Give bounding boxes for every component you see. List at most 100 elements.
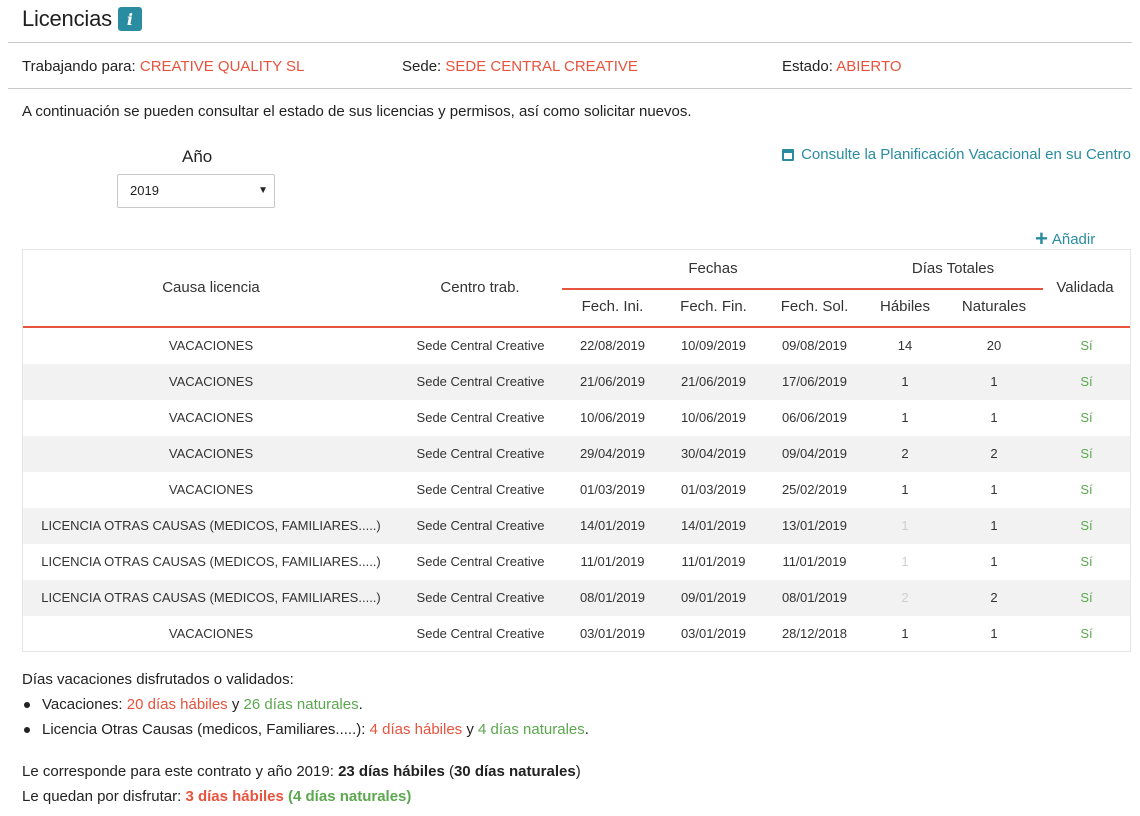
meta-worker: Trabajando para: CREATIVE QUALITY SL <box>22 58 304 75</box>
bullet-icon <box>24 727 30 733</box>
summary-licencias: Licencia Otras Causas (medicos, Familiar… <box>42 721 589 738</box>
cell-ini: 01/03/2019 <box>579 482 646 497</box>
cell-ini: 11/01/2019 <box>580 554 645 569</box>
cell-validada: Sí <box>1080 590 1093 605</box>
cell-naturales: 1 <box>990 374 998 389</box>
cell-fin: 01/03/2019 <box>680 482 747 497</box>
table-row[interactable]: LICENCIA OTRAS CAUSAS (MEDICOS, FAMILIAR… <box>23 580 1130 616</box>
table-row[interactable]: LICENCIA OTRAS CAUSAS (MEDICOS, FAMILIAR… <box>23 544 1130 580</box>
cell-naturales: 1 <box>990 626 998 641</box>
cell-naturales: 1 <box>990 410 998 425</box>
remaining-text: Le quedan por disfrutar: <box>22 788 186 805</box>
divider-meta <box>8 88 1132 89</box>
meta-status-value: ABIERTO <box>836 58 902 75</box>
cell-centro: Sede Central Creative <box>416 482 545 497</box>
contract-naturales: 30 días naturales <box>453 763 576 780</box>
licencias-naturales: 4 días naturales <box>478 721 585 738</box>
cell-validada: Sí <box>1080 626 1093 641</box>
year-select[interactable]: 2019 ▼ <box>117 174 275 208</box>
vacaciones-label: Vacaciones: <box>42 696 127 713</box>
meta-site-value: SEDE CENTRAL CREATIVE <box>445 58 638 75</box>
chevron-down-icon: ▼ <box>258 185 268 196</box>
fechas-rule <box>562 288 865 290</box>
table-row[interactable]: VACACIONES Sede Central Creative 10/06/201… <box>23 400 1130 436</box>
cell-centro: Sede Central Creative <box>416 446 545 461</box>
header-naturales: Naturales <box>961 298 1027 315</box>
table-row[interactable]: VACACIONES Sede Central Creative 01/03/201… <box>23 472 1130 508</box>
cell-causa: VACACIONES <box>168 338 254 353</box>
cell-fin: 10/09/2019 <box>680 338 747 353</box>
cell-sol: 28/12/2018 <box>781 626 848 641</box>
cell-validada: Sí <box>1080 446 1093 461</box>
cell-sol: 17/06/2019 <box>781 374 848 389</box>
bullet-icon <box>24 702 30 708</box>
licencias-end: . <box>584 721 589 738</box>
cell-causa: VACACIONES <box>168 410 254 425</box>
cell-habiles: 1 <box>901 518 909 533</box>
contract-habiles: 23 días hábiles <box>338 763 445 780</box>
cell-sol: 08/01/2019 <box>781 590 848 605</box>
contract-text: Le corresponde para este contrato y año … <box>22 763 339 780</box>
add-button[interactable]: + Añadir <box>1035 228 1095 250</box>
cell-naturales: 1 <box>990 554 998 569</box>
cell-habiles: 1 <box>901 374 909 389</box>
remaining-naturales: (4 días naturales) <box>283 788 412 805</box>
cell-centro: Sede Central Creative <box>416 338 545 353</box>
table-row[interactable]: VACACIONES Sede Central Creative 21/06/201… <box>23 364 1130 400</box>
cell-validada: Sí <box>1080 554 1093 569</box>
meta-worker-value: CREATIVE QUALITY SL <box>139 58 305 75</box>
cell-validada: Sí <box>1080 338 1093 353</box>
licencias-y: y <box>462 721 479 738</box>
cell-causa: LICENCIA OTRAS CAUSAS (MEDICOS, FAMILIAR… <box>41 554 381 569</box>
cell-ini: 03/01/2019 <box>579 626 646 641</box>
cell-causa: LICENCIA OTRAS CAUSAS (MEDICOS, FAMILIAR… <box>41 590 381 605</box>
cell-centro: Sede Central Creative <box>416 518 545 533</box>
licencias-habiles: 4 días hábiles <box>369 721 463 738</box>
cell-naturales: 2 <box>990 590 998 605</box>
cell-ini: 29/04/2019 <box>579 446 646 461</box>
cell-sol: 09/08/2019 <box>781 338 848 353</box>
header-habiles: Hábiles <box>879 298 931 315</box>
cell-habiles: 2 <box>901 446 909 461</box>
cell-habiles: 2 <box>901 590 909 605</box>
table-row[interactable]: VACACIONES Sede Central Creative 03/01/201… <box>23 616 1130 652</box>
table-row[interactable]: LICENCIA OTRAS CAUSAS (MEDICOS, FAMILIAR… <box>23 508 1130 544</box>
cell-centro: Sede Central Creative <box>416 374 545 389</box>
table-row[interactable]: VACACIONES Sede Central Creative 29/04/201… <box>23 436 1130 472</box>
page-header: Licencias i <box>22 6 142 32</box>
add-button-label: Añadir <box>1051 230 1096 248</box>
cell-ini: 14/01/2019 <box>579 518 646 533</box>
cell-centro: Sede Central Creative <box>416 626 545 641</box>
licenses-table: Causa licencia Centro trab. Fechas Días … <box>22 249 1131 652</box>
licencias-label: Licencia Otras Causas (medicos, Familiar… <box>42 721 370 738</box>
table-row[interactable]: VACACIONES Sede Central Creative 22/08/201… <box>23 328 1130 364</box>
cell-sol: 25/02/2019 <box>781 482 848 497</box>
cell-fin: 11/01/2019 <box>681 554 746 569</box>
vacation-plan-link-label: Consulte la Planificación Vacacional en … <box>801 146 1131 163</box>
cell-causa: VACACIONES <box>168 626 254 641</box>
vacation-plan-link[interactable]: Consulte la Planificación Vacacional en … <box>782 146 1131 163</box>
calendar-icon <box>782 148 795 161</box>
cell-naturales: 2 <box>990 446 998 461</box>
cell-fin: 09/01/2019 <box>680 590 747 605</box>
cell-sol: 09/04/2019 <box>781 446 848 461</box>
cell-causa: VACACIONES <box>168 482 254 497</box>
cell-validada: Sí <box>1080 482 1093 497</box>
cell-naturales: 1 <box>990 482 998 497</box>
meta-worker-label: Trabajando para: <box>22 58 136 75</box>
cell-sol: 11/01/2019 <box>782 554 847 569</box>
page-title: Licencias <box>22 6 112 31</box>
cell-habiles: 14 <box>897 338 913 353</box>
plus-icon: + <box>1035 226 1048 251</box>
header-fechas: Fechas <box>688 260 738 277</box>
vacaciones-habiles: 20 días hábiles <box>126 696 228 713</box>
header-causa: Causa licencia <box>162 279 260 296</box>
header-fech-fin: Fech. Fin. <box>680 298 747 315</box>
header-validada: Validada <box>1056 279 1114 296</box>
dias-rule <box>865 288 1043 290</box>
vacaciones-y: y <box>227 696 244 713</box>
info-icon[interactable]: i <box>117 7 142 31</box>
year-select-value: 2019 <box>130 183 159 198</box>
cell-habiles: 1 <box>901 482 909 497</box>
cell-fin: 10/06/2019 <box>680 410 747 425</box>
